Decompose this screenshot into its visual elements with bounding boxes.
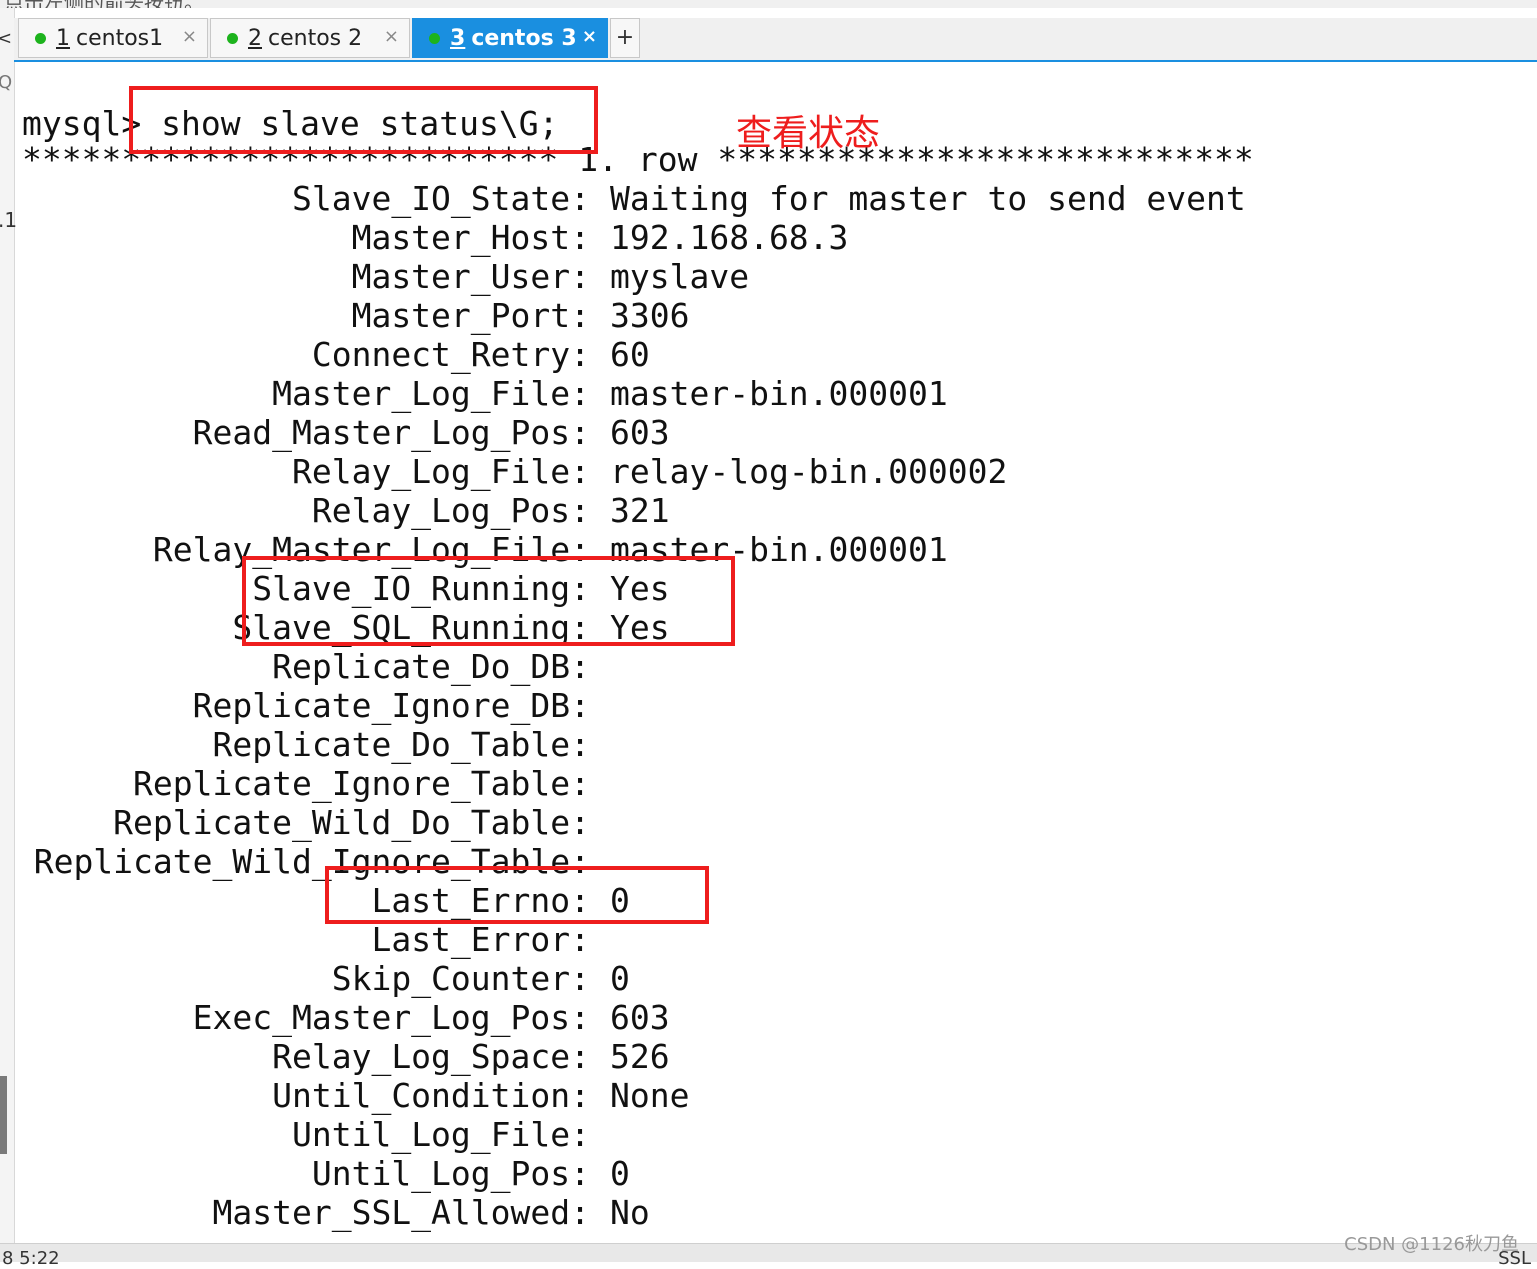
- close-tab-icon[interactable]: ×: [182, 26, 197, 47]
- status-key: Relay_Log_Space:: [272, 1037, 590, 1076]
- status-row: Until_Log_File:: [22, 1115, 1512, 1154]
- status-value: No: [610, 1193, 650, 1232]
- tab-number: 3: [450, 25, 466, 51]
- status-row: Replicate_Ignore_Table:: [22, 764, 1512, 803]
- status-row: Replicate_Do_DB:: [22, 647, 1512, 686]
- status-value: 60: [610, 335, 650, 374]
- tab-label: centos 2: [268, 25, 363, 51]
- status-row: Connect_Retry: 60: [22, 335, 1512, 374]
- status-value: master-bin.000001: [610, 374, 948, 413]
- status-time: 8 5:22: [2, 1248, 60, 1269]
- status-row: Master_Host: 192.168.68.3: [22, 218, 1512, 257]
- status-key: Read_Master_Log_Pos:: [192, 413, 590, 452]
- status-key: Relay_Log_File:: [291, 452, 590, 491]
- left-scrollbar-thumb[interactable]: [0, 1076, 7, 1154]
- session-tab-bar: 1 centos1 × 2 centos 2 × 3 centos 3 × +: [14, 18, 1537, 62]
- status-value: 0: [610, 959, 630, 998]
- status-key: Master_SSL_Allowed:: [212, 1193, 591, 1232]
- status-value: relay-log-bin.000002: [610, 452, 1008, 491]
- errno-highlight-box: [325, 866, 709, 924]
- annotation-label: 查看状态: [736, 113, 881, 154]
- status-value: Waiting for master to send event: [610, 179, 1246, 218]
- status-key: Slave_IO_State:: [291, 179, 590, 218]
- tab-label: centos 3: [471, 25, 577, 51]
- status-row: Relay_Log_Space: 526: [22, 1037, 1512, 1076]
- status-value: None: [610, 1076, 690, 1115]
- status-key: Skip_Counter:: [331, 959, 590, 998]
- status-row: Relay_Log_File: relay-log-bin.000002: [22, 452, 1512, 491]
- status-row: Replicate_Wild_Ignore_Table:: [22, 842, 1512, 881]
- status-value: 526: [610, 1037, 670, 1076]
- tab-centos-3[interactable]: 3 centos 3 ×: [412, 18, 608, 58]
- status-value: myslave: [610, 257, 750, 296]
- top-hint-text: 点击左侧的箭头按钮。: [4, 0, 204, 8]
- tab-number: 1: [56, 25, 70, 51]
- status-row: Master_User: myslave: [22, 257, 1512, 296]
- left-panel-strip: < Q .1: [0, 8, 18, 1261]
- tab-number: 2: [248, 25, 262, 51]
- status-value: 321: [610, 491, 670, 530]
- connected-status-dot-icon: [35, 32, 46, 44]
- status-row: Skip_Counter: 0: [22, 959, 1512, 998]
- status-value: 3306: [610, 296, 690, 335]
- status-row: Until_Log_Pos: 0: [22, 1154, 1512, 1193]
- status-key: Replicate_Do_Table:: [212, 725, 591, 764]
- status-row: Last_Error:: [22, 920, 1512, 959]
- status-key: Relay_Log_Pos:: [311, 491, 590, 530]
- status-row: Master_Port: 3306: [22, 296, 1512, 335]
- tab-centos1[interactable]: 1 centos1 ×: [18, 18, 208, 58]
- status-key: Until_Condition:: [272, 1076, 590, 1115]
- status-key: Until_Log_File:: [291, 1115, 590, 1154]
- status-key: Master_User:: [351, 257, 590, 296]
- connected-status-dot-icon: [429, 32, 440, 44]
- status-row: Replicate_Do_Table:: [22, 725, 1512, 764]
- close-tab-icon[interactable]: ×: [384, 26, 399, 47]
- status-key: Replicate_Ignore_DB:: [192, 686, 590, 725]
- status-row: Replicate_Ignore_DB:: [22, 686, 1512, 725]
- left-panel-fragment: .1: [0, 208, 18, 232]
- status-row: Master_Log_File: master-bin.000001: [22, 374, 1512, 413]
- status-key: Master_Port:: [351, 296, 590, 335]
- status-value: 0: [610, 1154, 630, 1193]
- status-key: Master_Host:: [351, 218, 590, 257]
- status-key: Until_Log_Pos:: [311, 1154, 590, 1193]
- status-row: Until_Condition: None: [22, 1076, 1512, 1115]
- status-key: Replicate_Wild_Do_Table:: [113, 803, 590, 842]
- mysql-prompt: mysql>: [22, 104, 142, 143]
- collapse-arrow-icon[interactable]: <: [0, 28, 12, 49]
- running-highlight-box: [242, 556, 735, 646]
- tab-centos-2[interactable]: 2 centos 2 ×: [210, 18, 410, 58]
- status-key: Last_Error:: [371, 920, 590, 959]
- status-row: Relay_Log_Pos: 321: [22, 491, 1512, 530]
- watermark: CSDN @1126秋刀鱼: [1344, 1234, 1519, 1255]
- search-icon[interactable]: Q: [0, 72, 12, 93]
- status-value: 603: [610, 998, 670, 1037]
- status-key: Exec_Master_Log_Pos:: [192, 998, 590, 1037]
- status-row: Slave_IO_State: Waiting for master to sen…: [22, 179, 1512, 218]
- status-row: Last_Errno: 0: [22, 881, 1512, 920]
- top-hint-strip: 点击左侧的箭头按钮。: [0, 0, 1537, 8]
- status-row: Exec_Master_Log_Pos: 603: [22, 998, 1512, 1037]
- close-tab-icon[interactable]: ×: [582, 26, 597, 47]
- tab-label: centos1: [76, 25, 164, 51]
- status-value: 192.168.68.3: [610, 218, 849, 257]
- status-row: Replicate_Wild_Do_Table:: [22, 803, 1512, 842]
- add-tab-button[interactable]: +: [610, 18, 640, 58]
- status-row: Master_SSL_Allowed: No: [22, 1193, 1512, 1232]
- status-key: Replicate_Ignore_Table:: [133, 764, 590, 803]
- status-key: Replicate_Do_DB:: [272, 647, 590, 686]
- connected-status-dot-icon: [227, 32, 238, 44]
- status-bar: 8 5:22 SSL: [0, 1243, 1537, 1269]
- status-key: Connect_Retry:: [311, 335, 590, 374]
- status-value: 603: [610, 413, 670, 452]
- status-row: Read_Master_Log_Pos: 603: [22, 413, 1512, 452]
- status-key: Master_Log_File:: [272, 374, 590, 413]
- command-highlight-box: [129, 86, 598, 154]
